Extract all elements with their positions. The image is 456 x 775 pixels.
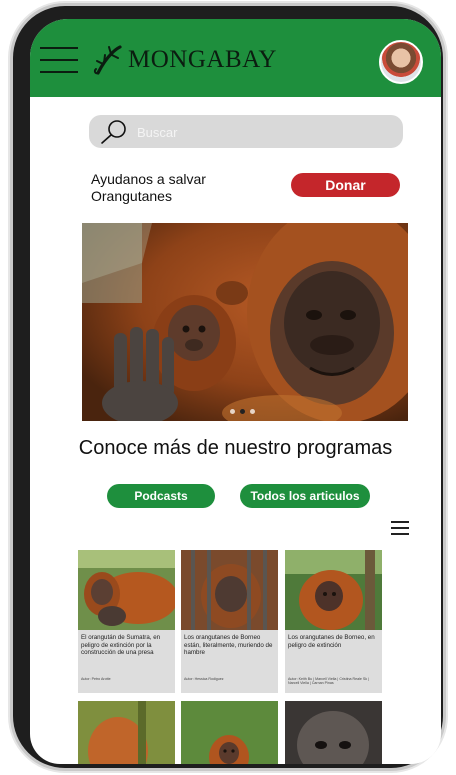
article-image [285,550,382,630]
phone-frame: MONGABAY Ayudanos a salvar Orangutanes D… [13,6,443,768]
app-screen: MONGABAY Ayudanos a salvar Orangutanes D… [30,19,441,764]
podcasts-button[interactable]: Podcasts [107,484,215,508]
article-image [78,550,175,630]
logo-text: MONGABAY [128,46,277,73]
hero-carousel[interactable] [82,223,408,421]
gecko-logo-icon [93,45,122,75]
top-bar: MONGABAY [30,19,441,97]
orangutan-hero-image [82,223,408,421]
carousel-dots [230,409,255,414]
search-bar [89,115,403,148]
article-image [285,701,382,764]
article-image [181,550,278,630]
article-author: Autor: Keith Bu | Marcell Viella | Crist… [288,677,370,686]
carousel-dot[interactable] [250,409,255,414]
logo[interactable]: MONGABAY [92,43,277,77]
article-card[interactable]: Los orangutanes de Borneo están, literal… [181,550,278,693]
article-card[interactable] [181,701,278,764]
article-card[interactable] [78,701,175,764]
article-card[interactable]: El orangután de Sumatra, en peligro de e… [78,550,175,693]
menu-icon[interactable] [40,47,78,73]
promo-text: Ayudanos a salvar Orangutanes [91,171,206,204]
article-card[interactable] [285,701,382,764]
user-avatar[interactable] [379,40,423,84]
filter-icon[interactable] [391,521,409,535]
article-image [181,701,278,764]
article-image [78,701,175,764]
carousel-dot-active[interactable] [240,409,245,414]
article-title: Los orangutanes de Borneo están, literal… [184,634,273,657]
donate-button[interactable]: Donar [291,173,400,197]
article-card[interactable]: Los orangutanes de Borneo, en peligro de… [285,550,382,693]
all-articles-button[interactable]: Todos los articulos [240,484,370,508]
search-icon[interactable] [99,118,129,146]
article-title: Los orangutanes de Borneo, en peligro de… [288,634,375,649]
programs-title: Conoce más de nuestro programas [78,437,393,459]
article-title: El orangután de Sumatra, en peligro de e… [81,634,161,657]
carousel-dot[interactable] [230,409,235,414]
search-input[interactable] [135,121,389,143]
article-author: Autor: Hessica Rodiguez [184,677,224,681]
article-author: Autor: Petro Arotte [81,677,111,681]
